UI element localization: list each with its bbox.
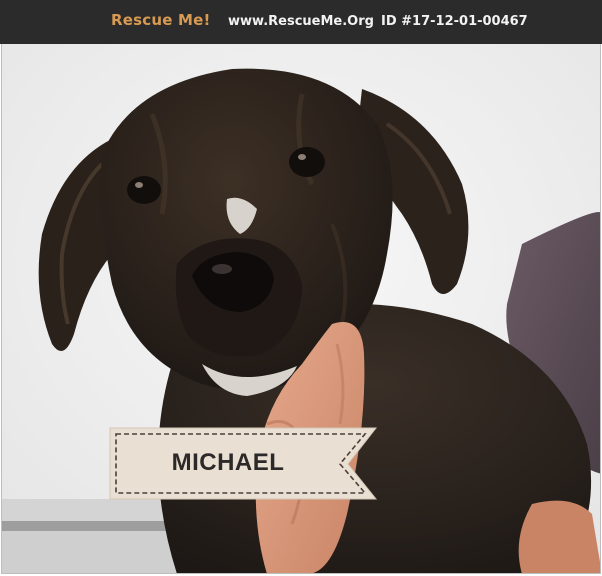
site-url[interactable]: www.RescueMe.Org: [228, 14, 374, 29]
pet-name-label: MICHAEL: [171, 449, 285, 476]
site-header: Rescue Me! www.RescueMe.Org ID #17-12-01…: [0, 0, 602, 44]
brand-logo[interactable]: Rescue Me!: [111, 11, 211, 29]
pet-photo: MICHAEL: [1, 44, 601, 574]
listing-id: ID #17-12-01-00467: [381, 14, 528, 29]
